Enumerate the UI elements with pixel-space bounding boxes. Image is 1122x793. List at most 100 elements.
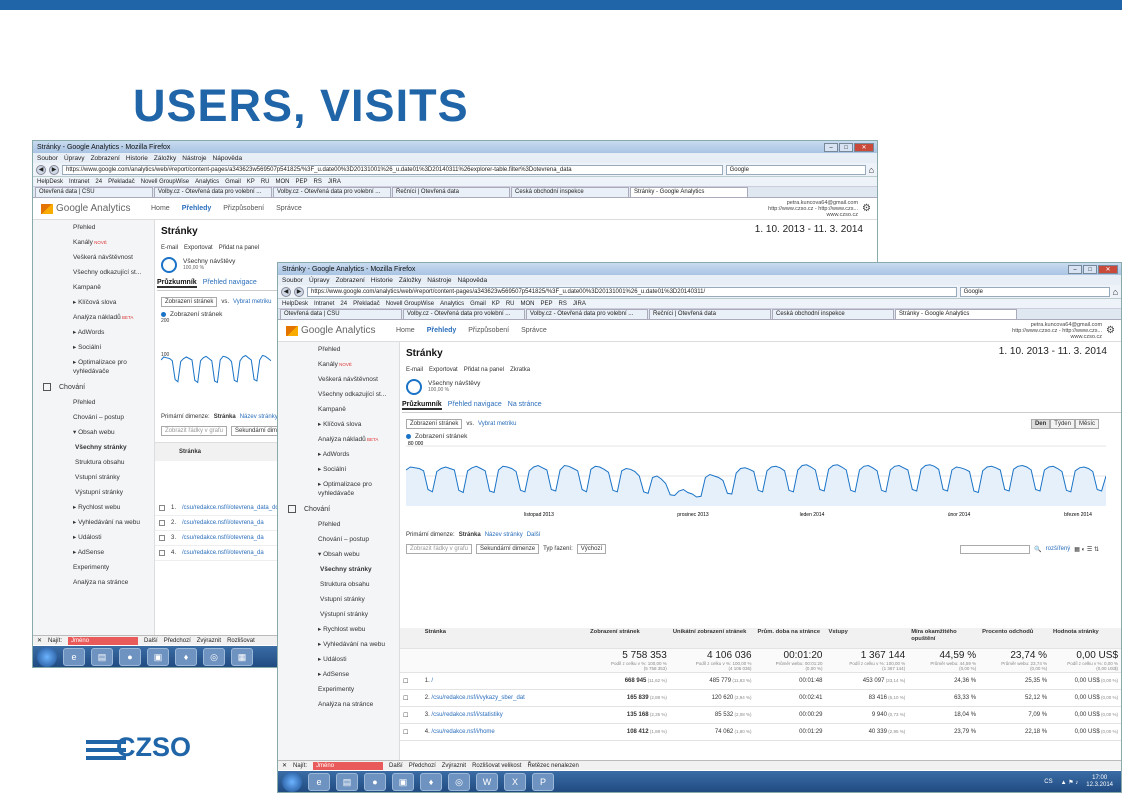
app2-icon[interactable]: ◎: [448, 773, 470, 791]
bookmark-11[interactable]: RS: [559, 301, 567, 307]
ga-user[interactable]: petra.kuncova64@gmail.com http://www.czso…: [1012, 322, 1106, 340]
sidebar-item[interactable]: Výstupní stránky: [33, 485, 154, 500]
app-icon[interactable]: ♦: [420, 773, 442, 791]
row-page-link[interactable]: /csu/redakce.nsf/i/statistiky: [431, 712, 502, 718]
sidebar-item[interactable]: ▸ AdWords: [278, 447, 399, 462]
start-button[interactable]: [282, 772, 302, 792]
sidebar-item[interactable]: Kampaně: [278, 402, 399, 417]
header-checkbox[interactable]: [400, 637, 422, 639]
app2-icon[interactable]: ◎: [203, 648, 225, 666]
sidebar-item[interactable]: Vstupní stránky: [278, 592, 399, 607]
sidebar-item[interactable]: Kanály NOVÉ: [33, 235, 154, 250]
find-next-button[interactable]: Další: [144, 638, 158, 644]
row-page-link[interactable]: /csu/redakce.nsf/i/home: [431, 729, 494, 735]
bookmark-12[interactable]: JIRA: [328, 179, 341, 185]
home-icon[interactable]: ⌂: [1113, 287, 1118, 297]
bookmark-3[interactable]: Překladač: [353, 301, 380, 307]
bookmark-3[interactable]: Překladač: [108, 179, 135, 185]
sidebar-item[interactable]: Přehled: [33, 220, 154, 235]
menu-item-5[interactable]: Nástroje: [182, 155, 206, 162]
close-button[interactable]: ✕: [854, 142, 874, 152]
sidebar-item[interactable]: ▾ Obsah webu: [278, 547, 399, 562]
explorer-icon[interactable]: ▤: [336, 773, 358, 791]
col-header[interactable]: Míra okamžitého opuštění: [908, 628, 979, 648]
menu-item-3[interactable]: Historie: [126, 155, 148, 162]
pick-metric-link[interactable]: Vybrat metriku: [233, 299, 271, 305]
sidebar-item[interactable]: ▸ Klíčová slova: [278, 417, 399, 432]
firefox-icon[interactable]: ●: [119, 648, 141, 666]
toolbar-button[interactable]: Exportovat: [184, 245, 213, 251]
pick-metric-link[interactable]: Vybrat metriku: [478, 421, 516, 427]
ga-nav-item[interactable]: Home: [151, 205, 170, 212]
sidebar-item[interactable]: Analýza na stránce: [33, 575, 154, 590]
sidebar-item[interactable]: Všechny stránky: [278, 562, 399, 577]
menu-item-5[interactable]: Nástroje: [427, 277, 451, 284]
bookmark-0[interactable]: HelpDesk: [282, 301, 308, 307]
col-header[interactable]: Vstupy: [825, 628, 908, 648]
sidebar-item[interactable]: Vstupní stránky: [33, 470, 154, 485]
sidebar-item[interactable]: Všechny odkazující st...: [278, 387, 399, 402]
start-button[interactable]: [37, 647, 57, 667]
explorer-tab[interactable]: Průzkumník: [402, 401, 442, 410]
bookmark-1[interactable]: Intranet: [314, 301, 334, 307]
sidebar-item[interactable]: Všechny stránky: [33, 440, 154, 455]
granularity-button[interactable]: Den: [1030, 419, 1051, 429]
bookmark-8[interactable]: RU: [506, 301, 515, 307]
checkbox[interactable]: [159, 550, 165, 556]
find-input[interactable]: Jméno: [313, 761, 384, 770]
bookmark-7[interactable]: KP: [247, 179, 255, 185]
sidebar-item[interactable]: Přehled: [278, 342, 399, 357]
row-checkbox[interactable]: ☐: [400, 728, 422, 737]
ie-icon[interactable]: e: [63, 648, 85, 666]
sidebar-item[interactable]: ▸ Optimalizace pro vyhledávače: [278, 477, 399, 501]
menu-item-3[interactable]: Historie: [371, 277, 393, 284]
language-indicator[interactable]: CS: [1044, 779, 1052, 785]
bookmark-5[interactable]: Analytics: [195, 179, 219, 185]
col-header[interactable]: Procento odchodů: [979, 628, 1050, 648]
bookmark-10[interactable]: PEP: [295, 179, 307, 185]
row-page-link[interactable]: /csu/redakce.nsf/i/otevrena_da: [182, 535, 264, 541]
url-input[interactable]: https://www.google.com/analytics/web/#re…: [62, 164, 723, 175]
forward-icon[interactable]: ▶: [294, 286, 304, 297]
minimize-button[interactable]: –: [1068, 264, 1082, 274]
browser-tab[interactable]: Volby.cz - Otevřená data pro volební ...: [273, 187, 391, 197]
advanced-link[interactable]: rozšířený: [1046, 546, 1071, 552]
view-icons[interactable]: ▦ ◐ ☰ ⇅: [1074, 546, 1099, 553]
metric-select[interactable]: Zobrazení stránek: [406, 419, 463, 429]
bookmark-6[interactable]: Gmail: [225, 179, 241, 185]
ga-logo[interactable]: Google Analytics: [278, 325, 396, 336]
find-highlight-button[interactable]: Zvýraznit: [442, 763, 466, 769]
app3-icon[interactable]: ▦: [231, 648, 253, 666]
sidebar-item[interactable]: ▸ Události: [278, 652, 399, 667]
sidebar-item[interactable]: ▸ AdSense: [278, 667, 399, 682]
menu-item-6[interactable]: Nápověda: [458, 277, 488, 284]
firefox-icon[interactable]: ●: [364, 773, 386, 791]
dim-title-link[interactable]: Název stránky: [485, 532, 523, 538]
ga-nav-item[interactable]: Přehledy: [427, 327, 457, 334]
explorer-tab[interactable]: Průzkumník: [157, 279, 197, 288]
sidebar-item[interactable]: Chování – postup: [33, 410, 154, 425]
sidebar-item[interactable]: Přehled: [33, 395, 154, 410]
explorer-tab[interactable]: Na stránce: [508, 401, 542, 410]
row-page-link[interactable]: /csu/redakce.nsf/i/vykazy_sber_dat: [431, 695, 524, 701]
find-highlight-button[interactable]: Zvýraznit: [197, 638, 221, 644]
granularity-button[interactable]: Měsíc: [1074, 419, 1099, 429]
browser-tab[interactable]: Česká obchodní inspekce: [772, 309, 894, 319]
gear-icon[interactable]: ⚙: [862, 203, 871, 214]
metric-select[interactable]: Zobrazení stránek: [161, 297, 218, 307]
row-page-link[interactable]: /: [431, 678, 433, 684]
browser-tab[interactable]: Česká obchodní inspekce: [511, 187, 629, 197]
save-icon[interactable]: ▣: [147, 648, 169, 666]
date-range-picker[interactable]: 1. 10. 2013 - 11. 3. 2014: [999, 346, 1107, 357]
sidebar-item[interactable]: ▸ Sociální: [278, 462, 399, 477]
date-range-picker[interactable]: 1. 10. 2013 - 11. 3. 2014: [755, 224, 863, 235]
browser-tab[interactable]: Otevřená data | ČSÚ: [35, 187, 153, 197]
secondary-dim-select[interactable]: Sekundární dimenze: [476, 544, 540, 554]
sidebar-section-behavior[interactable]: Chování: [278, 501, 399, 517]
maximize-button[interactable]: □: [839, 142, 853, 152]
sidebar-item[interactable]: Experimenty: [33, 560, 154, 575]
sidebar-item[interactable]: ▸ AdSense: [33, 545, 154, 560]
browser-tab[interactable]: Volby.cz - Otevřená data pro volební ...: [526, 309, 648, 319]
toolbar-button[interactable]: E-mail: [406, 367, 423, 373]
sidebar-item[interactable]: ▸ AdWords: [33, 325, 154, 340]
